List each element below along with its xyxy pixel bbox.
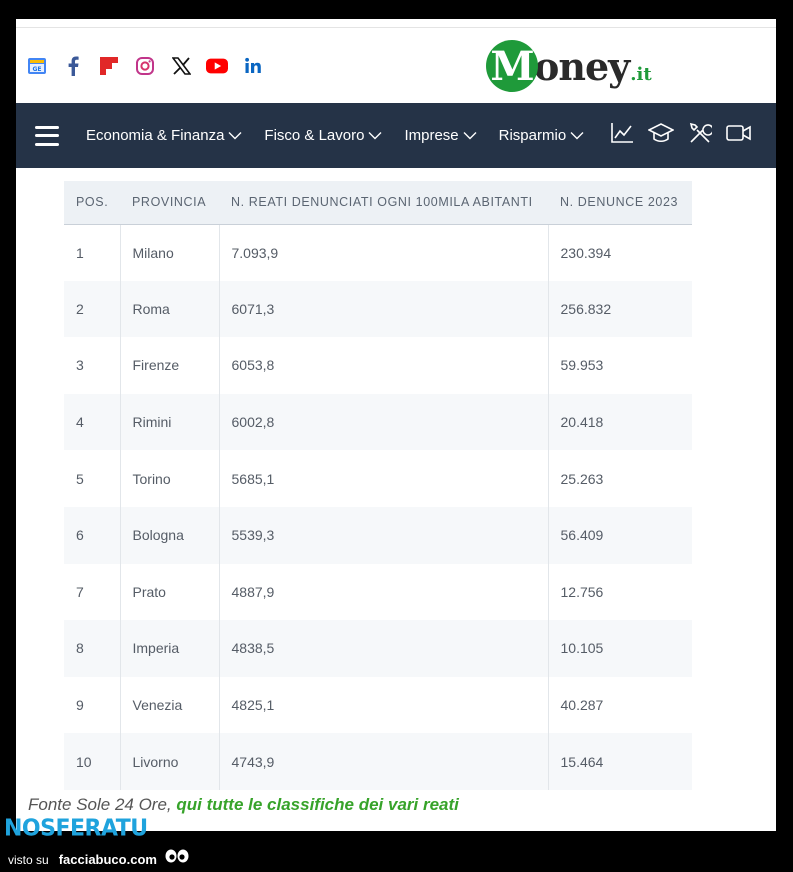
cell-reati: 4743,9 (219, 733, 549, 790)
table-row: 10 Livorno 4743,9 15.464 (64, 733, 692, 790)
x-icon[interactable] (170, 55, 192, 77)
cell-reati: 6053,8 (219, 337, 549, 394)
col-header-reati: N. REATI DENUNCIATI OGNI 100MILA ABITANT… (219, 181, 548, 225)
ranking-table: POS. PROVINCIA N. REATI DENUNCIATI OGNI … (64, 181, 692, 790)
source-caption: Fonte Sole 24 Ore, qui tutte le classifi… (28, 795, 459, 815)
cell-pos: 3 (64, 337, 121, 394)
video-icon[interactable] (726, 123, 752, 148)
cell-reati: 5539,3 (219, 506, 549, 564)
chart-icon[interactable] (610, 122, 634, 149)
cell-denunce: 40.287 (560, 697, 604, 714)
cell-reati: 4887,9 (219, 563, 549, 621)
nav-item-economia-finanza[interactable]: Economia & Finanza (86, 127, 242, 144)
youtube-icon[interactable] (206, 55, 228, 77)
instagram-icon[interactable] (134, 55, 156, 77)
facebook-icon[interactable] (62, 55, 84, 77)
col-header-pos: POS. (64, 181, 120, 225)
cell-pos: 10 (64, 733, 121, 790)
chevron-down-icon (368, 132, 382, 140)
col-header-provincia: PROVINCIA (120, 181, 219, 225)
cell-provincia: Livorno (120, 733, 220, 790)
cell-denunce: 12.756 (560, 583, 604, 600)
cell-reati: 4825,1 (219, 676, 549, 734)
logo-emblem: M (486, 40, 538, 92)
page: GE M oney .it Economia & Finanza Fisco &… (16, 19, 776, 831)
cell-provincia: Venezia (120, 676, 220, 734)
logo-wordmark: oney (534, 43, 630, 89)
cell-reati: 5685,1 (219, 450, 549, 507)
cell-denunce: 10.105 (548, 620, 692, 677)
cell-reati: 4838,5 (219, 620, 549, 677)
cell-provincia: Imperia (120, 620, 220, 677)
logo-tld: .it (630, 63, 652, 85)
cell-pos: 5 (64, 450, 121, 507)
cell-denunce: 230.394 (560, 244, 612, 261)
cell-provincia: Bologna (120, 506, 220, 564)
chevron-down-icon (228, 132, 242, 140)
cell-reati: 6002,8 (219, 393, 549, 451)
table-row: 6 Bologna 5539,3 56.409 (64, 506, 692, 564)
col-header-denunce: N. DENUNCE 2023 (548, 181, 692, 225)
watermark-subtitle: visto su facciabuco.com (8, 852, 157, 867)
cell-pos: 7 (64, 563, 121, 621)
cell-denunce: 256.832 (548, 280, 692, 338)
watermark: NOSFERATU visto su facciabuco.com (4, 815, 189, 867)
cell-denunce: 59.953 (560, 357, 604, 374)
cell-denunce: 56.409 (548, 506, 692, 564)
cell-pos: 1 (64, 224, 121, 281)
cell-denunce: 15.464 (548, 733, 692, 790)
table-header-row: POS. PROVINCIA N. REATI DENUNCIATI OGNI … (64, 181, 692, 225)
cell-denunce: 20.418 (548, 393, 692, 451)
nav-tools (610, 103, 752, 168)
graduation-cap-icon[interactable] (647, 122, 675, 149)
eyes-icon (165, 849, 189, 863)
nav-item-fisco-lavoro[interactable]: Fisco & Lavoro (264, 127, 382, 144)
ranking-table-container: POS. PROVINCIA N. REATI DENUNCIATI OGNI … (64, 181, 692, 790)
linkedin-icon[interactable] (242, 55, 264, 77)
table-row: 8 Imperia 4838,5 10.105 (64, 620, 692, 677)
cell-denunce: 25.263 (560, 470, 604, 487)
cell-pos: 9 (64, 676, 121, 734)
cell-pos: 2 (64, 280, 121, 338)
nav-menu: Economia & Finanza Fisco & Lavoro Impres… (86, 127, 606, 144)
watermark-brand: NOSFERATU (4, 815, 148, 842)
table-row: 2 Roma 6071,3 256.832 (64, 280, 692, 338)
classifiche-link[interactable]: qui tutte le classifiche dei vari reati (176, 795, 459, 814)
cell-provincia: Firenze (120, 337, 220, 394)
nav-item-risparmio[interactable]: Risparmio (499, 127, 585, 144)
chevron-down-icon (463, 132, 477, 140)
social-links: GE (26, 55, 264, 77)
hamburger-menu-icon[interactable] (35, 125, 59, 146)
cell-provincia: Roma (120, 280, 220, 338)
table-row: 4 Rimini 6002,8 20.418 (64, 393, 692, 451)
cell-provincia: Rimini (120, 393, 220, 451)
google-news-icon[interactable]: GE (26, 55, 48, 77)
cell-pos: 6 (64, 506, 121, 564)
money-logo[interactable]: M oney .it (486, 37, 652, 95)
flipboard-icon[interactable] (98, 55, 120, 77)
svg-text:GE: GE (32, 66, 41, 73)
cell-provincia: Prato (120, 563, 220, 621)
divider (16, 27, 776, 28)
main-navbar: Economia & Finanza Fisco & Lavoro Impres… (16, 103, 776, 168)
table-row: 1 Milano 7.093,9 230.394 (64, 224, 692, 281)
cell-provincia: Torino (120, 450, 220, 507)
source-text: Fonte Sole 24 Ore, (28, 795, 177, 814)
table-row: 3 Firenze 6053,8 59.953 (64, 337, 692, 394)
nav-item-imprese[interactable]: Imprese (404, 127, 477, 144)
tools-icon[interactable] (688, 121, 714, 150)
chevron-down-icon (570, 132, 584, 140)
cell-reati: 6071,3 (219, 280, 549, 338)
cell-pos: 8 (64, 620, 121, 677)
table-row: 7 Prato 4887,9 12.756 (64, 563, 692, 621)
cell-provincia: Milano (120, 224, 220, 281)
table-row: 9 Venezia 4825,1 40.287 (64, 676, 692, 734)
cell-pos: 4 (64, 393, 121, 451)
cell-reati: 7.093,9 (219, 224, 549, 281)
table-row: 5 Torino 5685,1 25.263 (64, 450, 692, 507)
